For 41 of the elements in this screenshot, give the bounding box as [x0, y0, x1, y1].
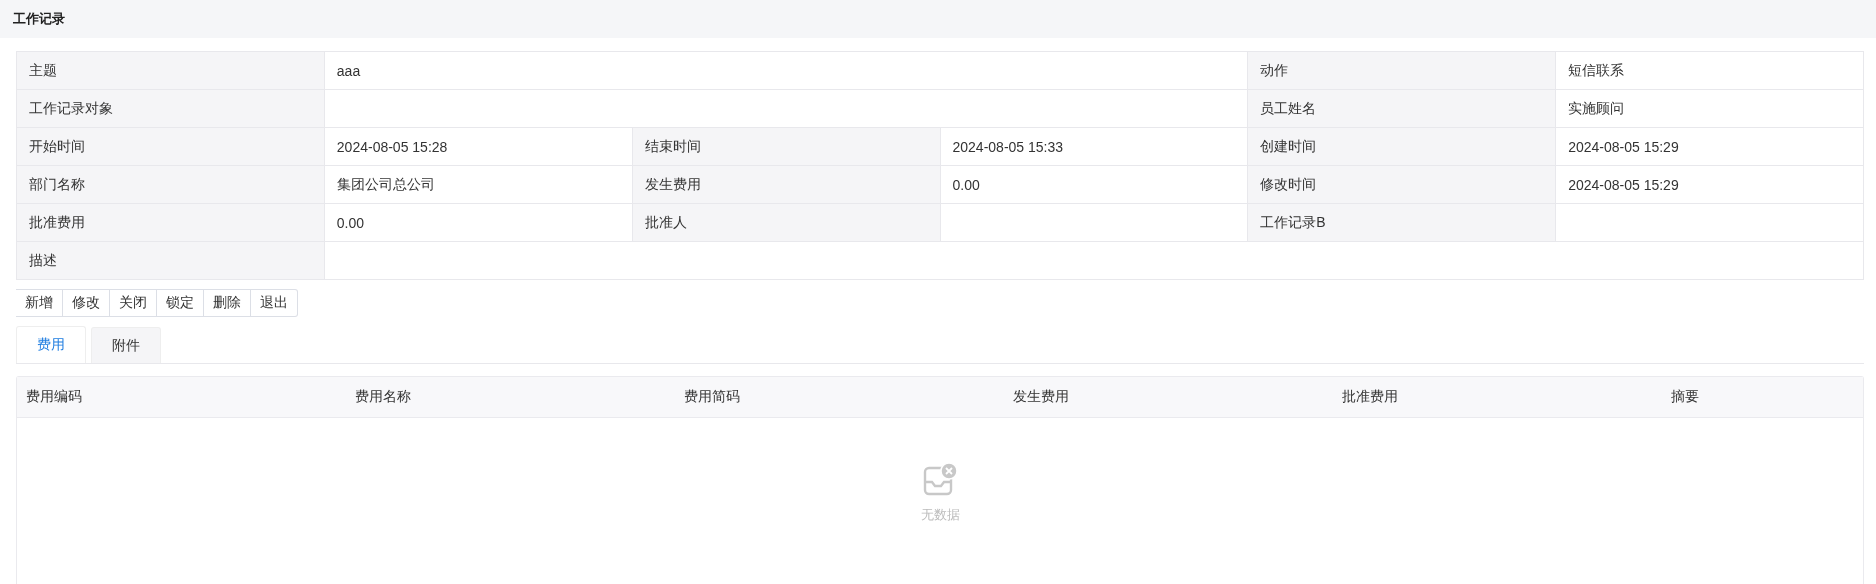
toolbar-button[interactable]: 修改 — [63, 289, 110, 317]
label-cell: 开始时间 — [17, 128, 325, 166]
label-cell: 结束时间 — [632, 128, 941, 166]
toolbar-button[interactable]: 关闭 — [110, 289, 157, 317]
tab[interactable]: 费用 — [16, 326, 86, 363]
value-cell: 集团公司总公司 — [324, 166, 633, 204]
label-cell: 动作 — [1248, 52, 1557, 90]
label-cell: 修改时间 — [1248, 166, 1557, 204]
label-cell: 部门名称 — [17, 166, 325, 204]
label-cell: 员工姓名 — [1248, 90, 1557, 128]
label-cell: 工作记录B — [1248, 204, 1557, 242]
column-header: 费用简码 — [683, 388, 741, 406]
column-header: 批准费用 — [1341, 388, 1399, 406]
label-cell: 工作记录对象 — [17, 90, 325, 128]
page-title: 工作记录 — [13, 10, 65, 28]
column-header: 费用名称 — [354, 388, 412, 406]
value-cell: 2024-08-05 15:33 — [940, 128, 1249, 166]
empty-text: 无数据 — [920, 506, 960, 524]
label-cell: 批准费用 — [17, 204, 325, 242]
label-cell: 创建时间 — [1248, 128, 1557, 166]
label-cell: 主题 — [17, 52, 325, 90]
column-header: 摘要 — [1670, 388, 1700, 406]
value-cell: 0.00 — [940, 166, 1249, 204]
tab[interactable]: 附件 — [91, 327, 161, 363]
value-cell: 2024-08-05 15:28 — [324, 128, 633, 166]
toolbar-button[interactable]: 退出 — [251, 289, 298, 317]
value-cell: 实施顾问 — [1556, 90, 1864, 128]
value-cell: 2024-08-05 15:29 — [1556, 166, 1864, 204]
value-cell: 2024-08-05 15:29 — [1556, 128, 1864, 166]
toolbar-button[interactable]: 新增 — [16, 289, 63, 317]
value-cell: aaa — [324, 52, 1249, 90]
label-cell: 发生费用 — [632, 166, 941, 204]
empty-inbox-icon — [922, 462, 958, 498]
label-cell: 批准人 — [632, 204, 941, 242]
toolbar-button[interactable]: 删除 — [204, 289, 251, 317]
value-cell: 短信联系 — [1556, 52, 1864, 90]
toolbar-button[interactable]: 锁定 — [157, 289, 204, 317]
label-cell: 描述 — [17, 242, 325, 280]
column-header: 发生费用 — [1012, 388, 1070, 406]
value-cell: 0.00 — [324, 204, 633, 242]
column-header: 费用编码 — [25, 388, 83, 406]
